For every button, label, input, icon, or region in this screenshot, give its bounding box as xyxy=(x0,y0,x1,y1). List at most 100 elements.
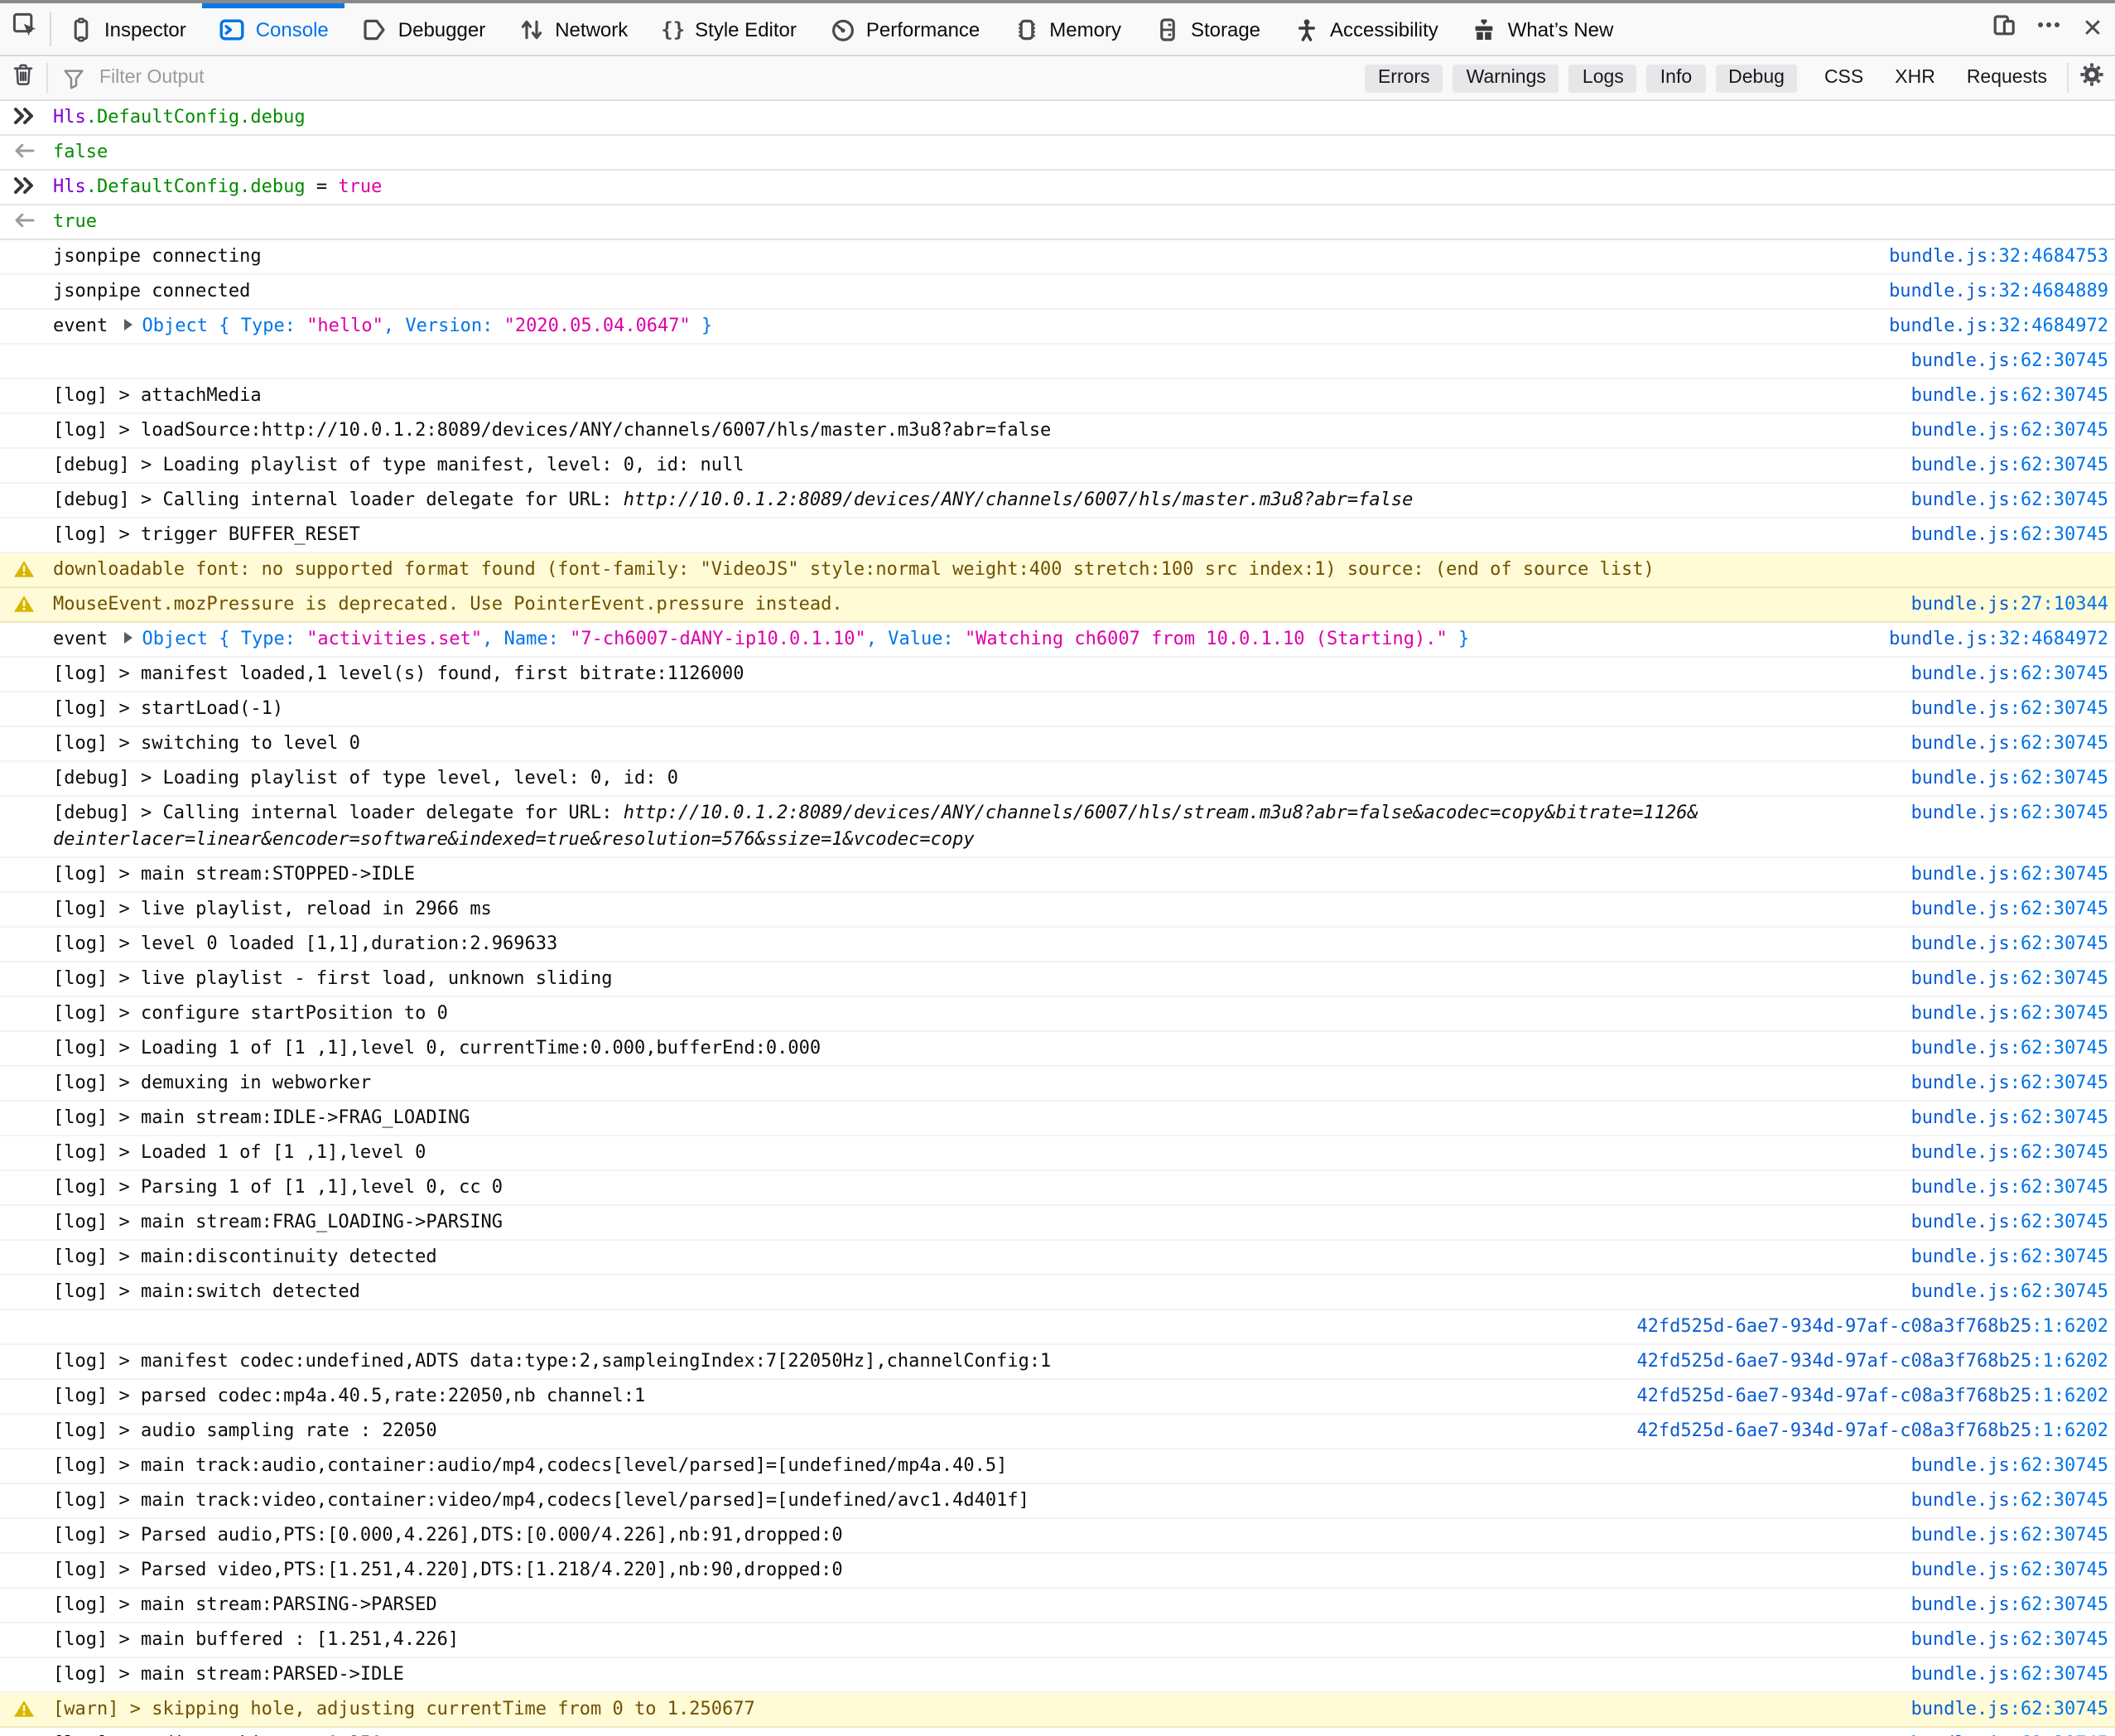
source-file: bundle.js xyxy=(1889,628,1987,649)
message-segment: [log] > level 0 loaded [1,1],duration:2.… xyxy=(53,933,557,954)
close-devtools-button[interactable]: ✕ xyxy=(2070,3,2115,55)
source-link[interactable]: bundle.js:32:4684753 xyxy=(1889,244,2108,270)
source-link[interactable]: bundle.js:62:30745 xyxy=(1911,1557,2108,1584)
source-link[interactable]: bundle.js:62:30745 xyxy=(1911,1696,2108,1723)
log-message: [log] > trigger BUFFER_RESET xyxy=(53,522,1888,548)
source-link[interactable]: bundle.js:62:30745 xyxy=(1911,1105,2108,1131)
source-link[interactable]: bundle.js:62:30745 xyxy=(1911,1244,2108,1271)
console-row: [log] > startLoad(-1)bundle.js:62:30745 xyxy=(0,692,2115,727)
responsive-design-button[interactable] xyxy=(1981,3,2026,55)
message-segment: MouseEvent.mozPressure is deprecated. Us… xyxy=(53,593,843,615)
source-link[interactable]: bundle.js:62:30745 xyxy=(1911,1731,2108,1736)
source-link[interactable]: bundle.js:62:30745 xyxy=(1911,966,2108,992)
source-file: bundle.js xyxy=(1911,1246,2010,1267)
filter-xhr-button[interactable]: XHR xyxy=(1895,68,1935,88)
source-position: :62:30745 xyxy=(2010,1628,2108,1650)
source-link[interactable]: bundle.js:62:30745 xyxy=(1911,452,2108,479)
console-row: [log] > main track:audio,container:audio… xyxy=(0,1449,2115,1484)
filter-css-button[interactable]: CSS xyxy=(1824,68,1863,88)
source-link[interactable]: bundle.js:62:30745 xyxy=(1911,731,2108,757)
message-segment: downloadable font: no supported format f… xyxy=(53,558,1655,580)
filter-warnings-button[interactable]: Warnings xyxy=(1453,64,1559,92)
node-picker-button[interactable] xyxy=(0,3,50,55)
expand-arrow-icon[interactable] xyxy=(123,313,134,340)
source-link[interactable]: bundle.js:62:30745 xyxy=(1911,1209,2108,1236)
source-link[interactable]: bundle.js:62:30745 xyxy=(1911,1661,2108,1688)
source-link[interactable]: bundle.js:62:30745 xyxy=(1911,1035,2108,1062)
tab-label: Style Editor xyxy=(695,17,797,41)
expand-arrow-icon[interactable] xyxy=(123,626,134,653)
source-position: :32:4684972 xyxy=(1987,315,2108,336)
console-row: downloadable font: no supported format f… xyxy=(0,553,2115,588)
filter-debug-button[interactable]: Debug xyxy=(1715,64,1798,92)
source-position: :62:30745 xyxy=(2010,863,2108,885)
log-message: [log] > parsed codec:mp4a.40.5,rate:2205… xyxy=(53,1383,1613,1410)
tab-storage[interactable]: Storage xyxy=(1138,3,1277,55)
source-link[interactable]: bundle.js:62:30745 xyxy=(1911,383,2108,409)
message-segment: event xyxy=(53,315,119,336)
console-settings-button[interactable] xyxy=(2069,60,2115,95)
source-position: :1:6202 xyxy=(2031,1350,2108,1372)
tab-inspector[interactable]: Inspector xyxy=(51,3,203,55)
message-segment: , Name: xyxy=(482,628,570,649)
source-link[interactable]: bundle.js:62:30745 xyxy=(1911,1627,2108,1653)
row-gutter xyxy=(13,861,53,865)
source-link[interactable]: bundle.js:62:30745 xyxy=(1911,1279,2108,1305)
filter-errors-button[interactable]: Errors xyxy=(1365,64,1443,92)
devtools-menu-button[interactable] xyxy=(2026,3,2070,55)
source-link[interactable]: 42fd525d-6ae7-934d-97af-c08a3f768b25:1:6… xyxy=(1636,1314,2108,1340)
tab-style-editor[interactable]: {} Style Editor xyxy=(644,3,813,55)
filter-output-input[interactable] xyxy=(96,66,1365,89)
source-link[interactable]: bundle.js:62:30745 xyxy=(1911,487,2108,514)
row-gutter xyxy=(13,696,53,699)
source-link[interactable]: bundle.js:62:30745 xyxy=(1911,417,2108,444)
source-link[interactable]: bundle.js:62:30745 xyxy=(1911,348,2108,374)
message-segment: [log] > Loaded 1 of [1 ,1],level 0 xyxy=(53,1141,426,1163)
source-link[interactable]: bundle.js:62:30745 xyxy=(1911,1453,2108,1479)
source-file: bundle.js xyxy=(1911,1107,2010,1128)
source-link[interactable]: bundle.js:62:30745 xyxy=(1911,931,2108,957)
source-link[interactable]: bundle.js:62:30745 xyxy=(1911,1070,2108,1097)
source-link[interactable]: 42fd525d-6ae7-934d-97af-c08a3f768b25:1:6… xyxy=(1636,1383,2108,1410)
source-link[interactable]: bundle.js:32:4684972 xyxy=(1889,626,2108,653)
filter-requests-button[interactable]: Requests xyxy=(1967,68,2047,88)
source-link[interactable]: bundle.js:62:30745 xyxy=(1911,896,2108,923)
source-link[interactable]: bundle.js:62:30745 xyxy=(1911,1592,2108,1618)
filter-info-button[interactable]: Info xyxy=(1647,64,1705,92)
message-segment: Object { Type: xyxy=(142,628,307,649)
source-link[interactable]: bundle.js:62:30745 xyxy=(1911,696,2108,722)
source-link[interactable]: bundle.js:62:30745 xyxy=(1911,661,2108,687)
console-row: [log] > parsed codec:mp4a.40.5,rate:2205… xyxy=(0,1380,2115,1415)
tab-accessibility[interactable]: Accessibility xyxy=(1277,3,1455,55)
tab-performance[interactable]: Performance xyxy=(813,3,996,55)
message-segment: [log] > parsed codec:mp4a.40.5,rate:2205… xyxy=(53,1385,645,1406)
clear-console-button[interactable] xyxy=(0,60,46,95)
tab-debugger[interactable]: Debugger xyxy=(345,3,502,55)
log-message: [log] > main track:video,container:video… xyxy=(53,1488,1888,1514)
source-link[interactable]: bundle.js:32:4684889 xyxy=(1889,278,2108,305)
source-link[interactable]: bundle.js:62:30745 xyxy=(1911,522,2108,548)
source-link[interactable]: 42fd525d-6ae7-934d-97af-c08a3f768b25:1:6… xyxy=(1636,1348,2108,1375)
tab-memory[interactable]: Memory xyxy=(996,3,1138,55)
source-link[interactable]: bundle.js:62:30745 xyxy=(1911,1174,2108,1201)
category-filters: CSS XHR Requests xyxy=(1824,68,2047,88)
tab-console[interactable]: Console xyxy=(203,3,345,55)
tab-network[interactable]: Network xyxy=(502,3,644,55)
source-link[interactable]: bundle.js:32:4684972 xyxy=(1889,313,2108,340)
message-segment: [log] > trigger BUFFER_RESET xyxy=(53,523,360,545)
tab-whats-new[interactable]: What’s New xyxy=(1455,3,1631,55)
source-link[interactable]: bundle.js:62:30745 xyxy=(1911,861,2108,888)
source-link[interactable]: bundle.js:62:30745 xyxy=(1911,800,2108,827)
source-link[interactable]: bundle.js:62:30745 xyxy=(1911,765,2108,792)
message-segment: [log] > live playlist, reload in 2966 ms xyxy=(53,898,492,919)
source-link[interactable]: bundle.js:62:30745 xyxy=(1911,1488,2108,1514)
source-link[interactable]: bundle.js:62:30745 xyxy=(1911,1001,2108,1027)
source-link[interactable]: bundle.js:27:10344 xyxy=(1911,591,2108,618)
source-file: bundle.js xyxy=(1911,1211,2010,1232)
source-file: 42fd525d-6ae7-934d-97af-c08a3f768b25 xyxy=(1636,1420,2031,1441)
filter-logs-button[interactable]: Logs xyxy=(1569,64,1637,92)
source-link[interactable]: bundle.js:62:30745 xyxy=(1911,1140,2108,1166)
source-link[interactable]: 42fd525d-6ae7-934d-97af-c08a3f768b25:1:6… xyxy=(1636,1418,2108,1444)
source-link[interactable]: bundle.js:62:30745 xyxy=(1911,1522,2108,1549)
message-segment: http://10.0.1.2:8089/devices/ANY/channel… xyxy=(624,489,1414,510)
